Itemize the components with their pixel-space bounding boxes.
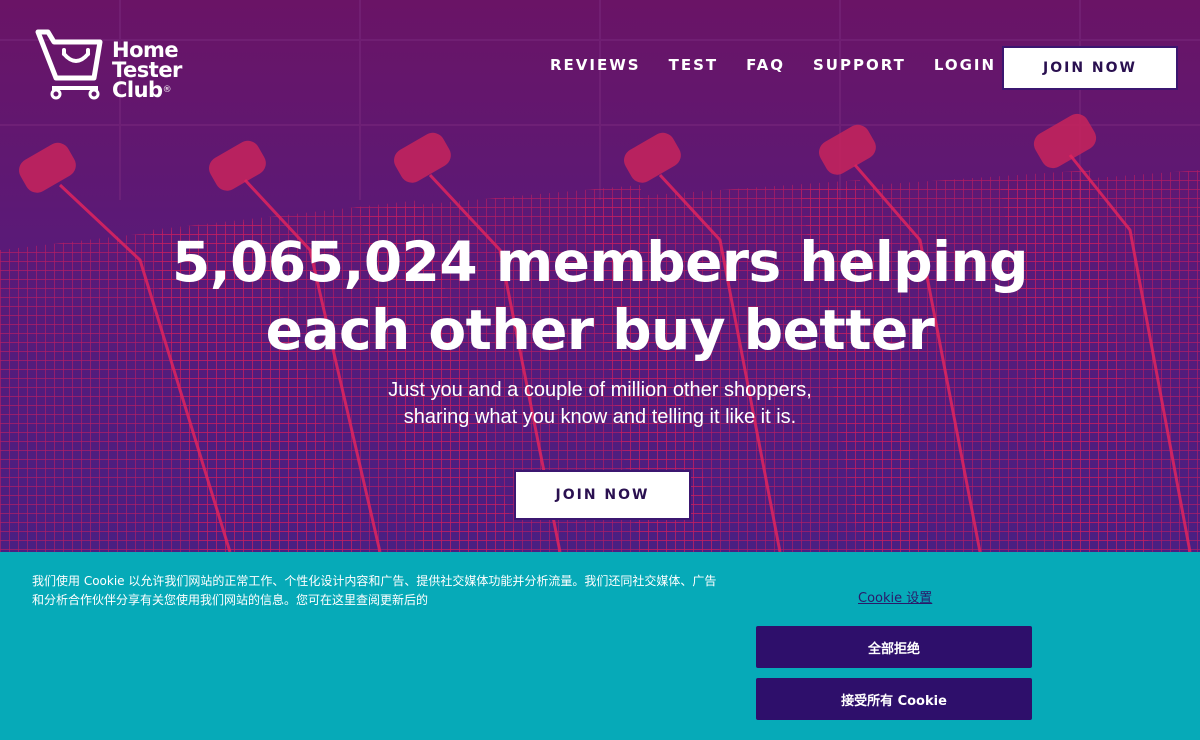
logo-line-tester: Tester: [112, 58, 182, 82]
logo-line-home: Home: [112, 38, 179, 62]
logo-text: Home Tester Club®: [112, 38, 182, 102]
shopping-cart-icon: [35, 29, 103, 100]
cookie-banner: 我们使用 Cookie 以允许我们网站的正常工作、个性化设计内容和广告、提供社交…: [0, 552, 1200, 740]
subline-line-1: Just you and a couple of million other s…: [388, 379, 812, 401]
logo[interactable]: Home Tester Club®: [34, 28, 182, 102]
nav-login[interactable]: LOGIN: [934, 56, 996, 74]
hero-join-now-button[interactable]: JOIN NOW: [514, 470, 691, 520]
headline-line-2: each other buy better: [265, 298, 935, 362]
registered-mark: ®: [162, 85, 172, 95]
nav-test[interactable]: TEST: [669, 56, 719, 74]
nav-reviews[interactable]: REVIEWS: [550, 56, 641, 74]
reject-all-button[interactable]: 全部拒绝: [756, 626, 1032, 668]
logo-line-club: Club®: [112, 78, 172, 102]
accept-all-cookies-button[interactable]: 接受所有 Cookie: [756, 678, 1032, 720]
header-join-now-button[interactable]: JOIN NOW: [1002, 46, 1178, 90]
cookie-notice-text: 我们使用 Cookie 以允许我们网站的正常工作、个性化设计内容和广告、提供社交…: [32, 574, 717, 607]
subline-line-2: sharing what you know and telling it lik…: [403, 406, 797, 428]
hero-headline: 5,065,024 members helping each other buy…: [0, 228, 1200, 364]
nav-faq[interactable]: FAQ: [746, 56, 785, 74]
headline-line-1: 5,065,024 members helping: [172, 230, 1028, 294]
cookie-settings-link[interactable]: Cookie 设置: [858, 587, 932, 606]
hero-subline: Just you and a couple of million other s…: [0, 377, 1200, 431]
nav-support[interactable]: SUPPORT: [813, 56, 906, 74]
main-nav: REVIEWS TEST FAQ SUPPORT LOGIN: [550, 56, 1024, 74]
hero-section: Home Tester Club® REVIEWS TEST FAQ SUPPO…: [0, 0, 1200, 552]
